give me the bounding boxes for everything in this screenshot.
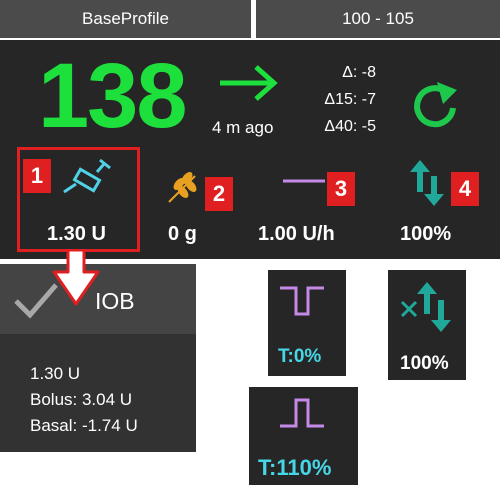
refresh-icon[interactable]: [407, 78, 463, 134]
basal-value[interactable]: 1.00 U/h: [258, 223, 335, 246]
delta40-value: Δ40: -5: [324, 118, 376, 135]
bg-value: 138: [38, 45, 187, 147]
profile-switch-cancel-icon: [400, 282, 451, 332]
delta15-value: Δ15: -7: [324, 91, 376, 108]
wheat-icon[interactable]: [165, 170, 203, 204]
badge-2: 2: [205, 177, 233, 211]
time-ago: 4 m ago: [212, 118, 274, 137]
iob-total: 1.30 U: [30, 364, 81, 383]
temp-basal-up-icon: [280, 398, 324, 428]
temp-basal-down-icon: [280, 286, 324, 316]
profile-percent-tile-label: 100%: [400, 353, 449, 374]
profile-percent-value[interactable]: 100%: [400, 223, 451, 246]
down-arrow-icon: [52, 250, 100, 306]
delta-value: Δ: -8: [342, 64, 376, 81]
iob-basal: Basal: -1.74 U: [30, 416, 138, 435]
carbs-value[interactable]: 0 g: [168, 223, 197, 246]
iob-bolus: Bolus: 3.04 U: [30, 390, 133, 409]
basal-rate-icon[interactable]: [283, 175, 325, 187]
temp-basal-110-label: T:110%: [258, 455, 332, 480]
temp-basal-zero-label: T:0%: [278, 346, 322, 367]
tab-target-range[interactable]: 100 - 105: [256, 0, 500, 38]
badge-4: 4: [451, 172, 479, 206]
arrow-right-icon: [220, 65, 278, 101]
profile-switch-icon[interactable]: [409, 160, 445, 206]
tab-profile[interactable]: BaseProfile: [0, 0, 251, 38]
badge-3: 3: [327, 172, 355, 206]
badge-1: 1: [23, 159, 51, 193]
